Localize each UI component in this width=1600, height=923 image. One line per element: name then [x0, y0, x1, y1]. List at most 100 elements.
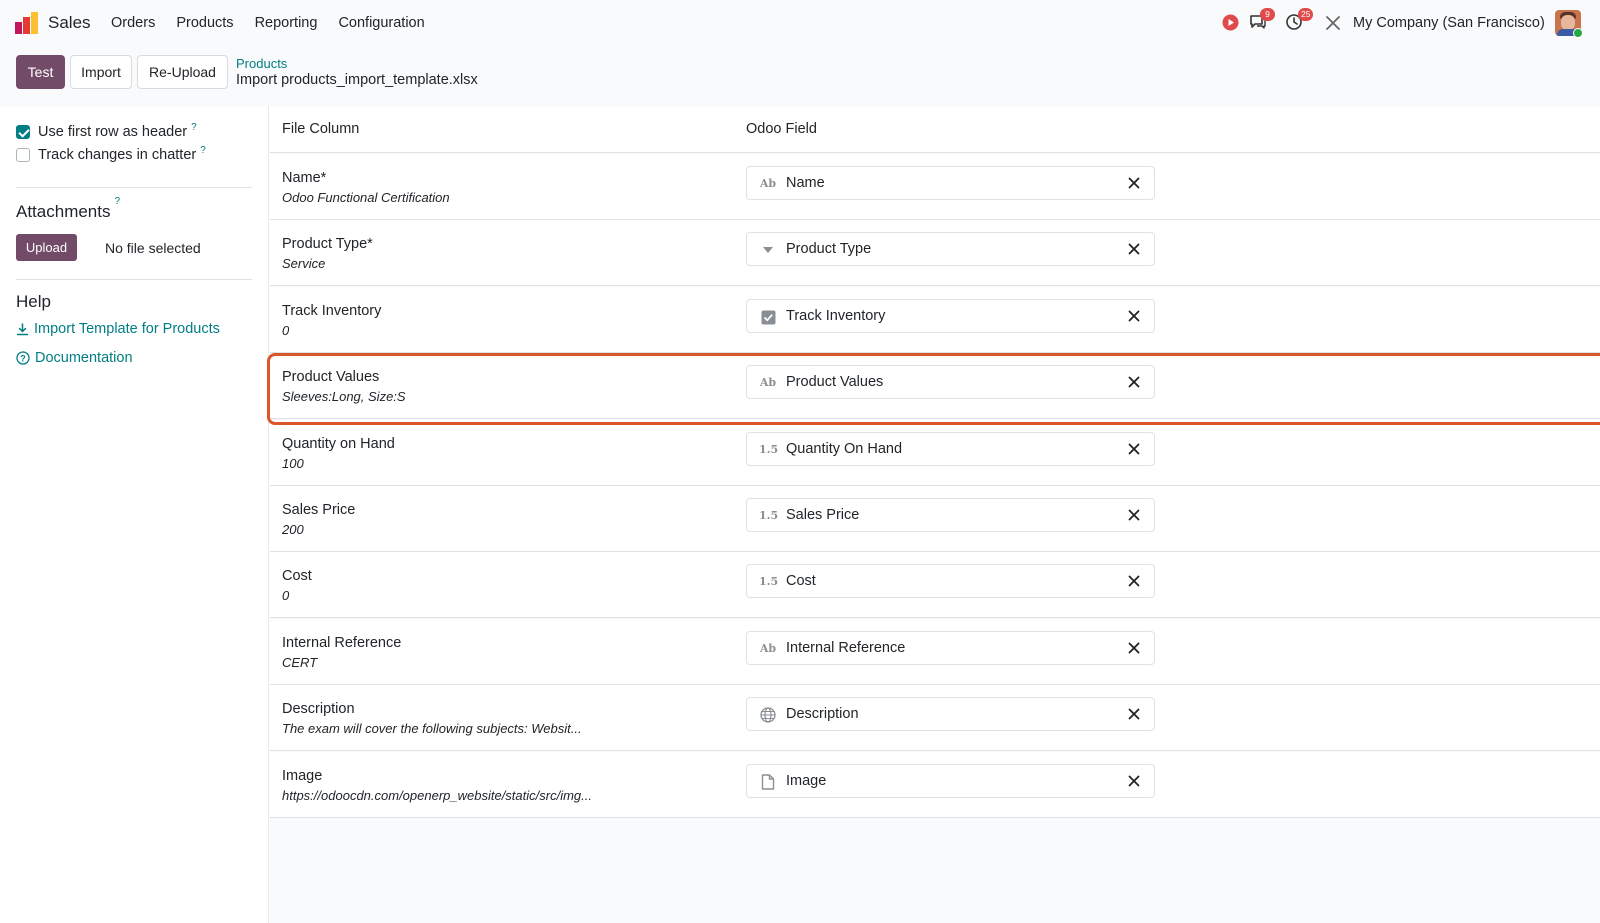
use-header-checkbox[interactable] — [16, 125, 30, 139]
svg-text:?: ? — [20, 354, 26, 364]
file-column-name: Quantity on Hand — [282, 435, 395, 452]
file-column-header: File Column — [282, 121, 360, 137]
help-tooltip-icon[interactable]: ? — [191, 122, 197, 133]
table-header: File Column Odoo Field — [270, 106, 1600, 153]
odoo-field-select[interactable]: 1.5 Cost — [746, 564, 1155, 599]
track-changes-checkbox[interactable] — [16, 148, 30, 162]
odoo-field-select[interactable]: Image — [746, 763, 1155, 798]
odoo-field-select[interactable]: Ab Product Values — [746, 365, 1155, 400]
table-row: Internal Reference CERT Ab Internal Referen… — [270, 618, 1600, 685]
track-changes-option[interactable]: Track changes in chatter ? — [16, 145, 206, 163]
sales-app-icon[interactable] — [15, 12, 39, 34]
clear-field-icon[interactable] — [1128, 772, 1140, 792]
file-column-sample: 0 — [282, 322, 290, 338]
file-column-sample: Service — [282, 256, 326, 272]
app-name[interactable]: Sales — [48, 13, 91, 33]
messages-badge: 9 — [1260, 8, 1275, 21]
odoo-field-select[interactable]: Ab Internal Reference — [746, 630, 1155, 665]
use-header-option[interactable]: Use first row as header ? — [16, 122, 197, 140]
company-switcher[interactable]: My Company (San Francisco) — [1353, 15, 1545, 31]
upload-button[interactable]: Upload — [16, 234, 77, 261]
clear-field-icon[interactable] — [1128, 373, 1140, 393]
question-circle-icon: ? — [16, 351, 30, 365]
selection-icon — [759, 241, 777, 259]
odoo-field-select[interactable]: 1.5 Sales Price — [746, 498, 1155, 532]
documentation-link[interactable]: ? Documentation — [16, 350, 133, 366]
file-column-sample: 0 — [282, 588, 290, 604]
odoo-field-header: Odoo Field — [746, 121, 817, 137]
test-button[interactable]: Test — [16, 55, 65, 89]
help-tooltip-icon[interactable]: ? — [115, 196, 121, 207]
odoo-field-select[interactable]: 1.5 Quantity On Hand — [746, 431, 1155, 466]
import-template-link[interactable]: Import Template for Products — [16, 321, 220, 337]
file-column-name: Name* — [282, 170, 327, 186]
file-column-sample: https://odoocdn.com/openerp_website/stat… — [282, 787, 592, 803]
file-column-name: Product Values — [282, 369, 380, 386]
divider — [16, 279, 252, 280]
activities-badge: 25 — [1298, 8, 1314, 21]
odoo-field-select[interactable]: Ab Name — [746, 166, 1155, 200]
file-column-sample: Sleeves:Long, Size:S — [282, 389, 406, 405]
use-header-label: Use first row as header — [38, 124, 188, 140]
odoo-field-label: Description — [786, 706, 859, 723]
menu-products[interactable]: Products — [176, 15, 233, 31]
file-column-sample: The exam will cover the following subjec… — [282, 721, 582, 737]
odoo-field-label: Cost — [786, 573, 816, 590]
file-column-sample: CERT — [282, 654, 318, 670]
mapping-table: File Column Odoo Field Name* Odoo Functio… — [270, 106, 1600, 923]
clear-field-icon[interactable] — [1128, 639, 1140, 659]
import-button[interactable]: Import — [70, 55, 132, 89]
activities-button[interactable]: 25 — [1285, 8, 1314, 33]
record-icon[interactable] — [1222, 14, 1239, 31]
text-icon: Ab — [759, 177, 777, 190]
online-status-dot — [1573, 28, 1583, 38]
clear-field-icon[interactable] — [1128, 240, 1140, 260]
menu-configuration[interactable]: Configuration — [338, 15, 424, 31]
float-icon: 1.5 — [759, 509, 779, 522]
top-navbar: Sales Orders Products Reporting Configur… — [0, 0, 1600, 46]
odoo-field-select[interactable]: Product Type — [746, 232, 1155, 267]
odoo-field-label: Name — [786, 175, 825, 191]
menu-orders[interactable]: Orders — [111, 15, 155, 31]
clear-field-icon[interactable] — [1128, 572, 1140, 592]
messages-button[interactable]: 9 — [1249, 8, 1275, 33]
odoo-field-label: Product Values — [786, 374, 884, 391]
file-column-name: Description — [282, 701, 355, 718]
odoo-field-select[interactable]: Track Inventory — [746, 298, 1155, 333]
clear-field-icon[interactable] — [1128, 705, 1140, 725]
table-row: Product Values Sleeves:Long, Size:S Ab Prod… — [270, 353, 1600, 420]
attachments-title: Attachments? — [16, 196, 121, 221]
debug-tools-icon[interactable] — [1325, 15, 1341, 31]
help-title: Help — [16, 292, 51, 311]
help-tooltip-icon[interactable]: ? — [200, 145, 206, 156]
file-column-sample: 100 — [282, 455, 304, 471]
file-column-name: Cost — [282, 568, 312, 585]
odoo-field-label: Track Inventory — [786, 307, 886, 324]
breadcrumb-products-link[interactable]: Products — [236, 56, 287, 71]
reupload-button[interactable]: Re-Upload — [137, 55, 228, 89]
file-icon — [759, 773, 777, 791]
clear-field-icon[interactable] — [1128, 440, 1140, 460]
odoo-field-label: Internal Reference — [786, 639, 906, 656]
divider — [16, 187, 252, 188]
no-file-text: No file selected — [105, 240, 201, 256]
odoo-field-label: Sales Price — [786, 507, 860, 523]
clear-field-icon[interactable] — [1128, 307, 1140, 327]
menu-reporting[interactable]: Reporting — [255, 15, 318, 31]
table-row: Track Inventory 0 Track Inventory — [270, 286, 1600, 353]
odoo-field-select[interactable]: Description — [746, 697, 1155, 732]
download-icon — [16, 322, 29, 335]
clear-field-icon[interactable] — [1128, 174, 1140, 194]
table-row: Product Type* Service Product Type — [270, 220, 1600, 287]
file-column-sample: Odoo Functional Certification — [282, 190, 450, 205]
odoo-field-label: Quantity On Hand — [786, 440, 903, 457]
table-row: Cost 0 1.5 Cost — [270, 552, 1600, 619]
file-column-sample: 200 — [282, 522, 304, 537]
text-icon: Ab — [759, 376, 777, 390]
table-row: Sales Price 200 1.5 Sales Price — [270, 486, 1600, 552]
odoo-field-label: Product Type — [786, 241, 872, 258]
table-row: Image https://odoocdn.com/openerp_website… — [270, 751, 1600, 818]
clear-field-icon[interactable] — [1128, 506, 1140, 526]
file-column-name: Sales Price — [282, 502, 356, 518]
text-icon: Ab — [759, 641, 777, 655]
